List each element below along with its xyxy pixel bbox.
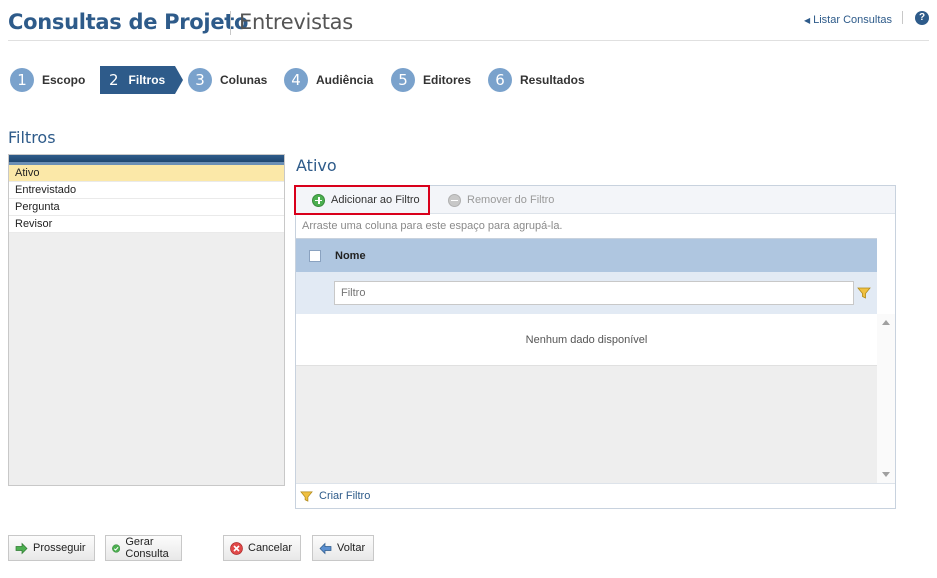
filter-field-ativo[interactable]: Ativo	[9, 165, 284, 182]
x-circle-icon	[230, 541, 243, 555]
header-divider	[902, 11, 903, 24]
filter-field-entrevistado[interactable]: Entrevistado	[9, 182, 284, 199]
list-queries-label: Listar Consultas	[813, 14, 892, 26]
grid-empty-area	[296, 366, 877, 483]
step-label: Editores	[423, 73, 472, 87]
wizard-steps: 1 Escopo 2 Filtros 3 Colunas 4 Audiência…	[10, 66, 710, 94]
step-label: Audiência	[316, 73, 374, 87]
step-label: Escopo	[42, 73, 86, 87]
scroll-up-icon[interactable]	[882, 320, 890, 325]
filters-section-title: Filtros	[8, 128, 56, 147]
step-colunas[interactable]: 3 Colunas	[188, 66, 267, 94]
remove-from-filter-label: Remover do Filtro	[467, 194, 555, 206]
cancel-button[interactable]: Cancelar	[223, 535, 302, 561]
grid-footer: Criar Filtro	[296, 483, 895, 508]
funnel-icon[interactable]	[857, 286, 871, 300]
select-all-checkbox[interactable]	[309, 249, 321, 262]
filter-field-pergunta[interactable]: Pergunta	[9, 199, 284, 216]
arrow-left-icon	[319, 542, 332, 554]
cancel-label: Cancelar	[248, 542, 293, 554]
add-to-filter-label: Adicionar ao Filtro	[331, 194, 420, 206]
no-data-message: Nenhum dado disponível	[296, 314, 877, 366]
check-circle-icon	[112, 543, 121, 553]
arrow-right-icon	[15, 542, 28, 554]
step-resultados[interactable]: 6 Resultados	[488, 66, 585, 94]
step-number: 3	[188, 68, 212, 92]
grid-header-row: Nome	[296, 238, 877, 272]
step-number: 1	[10, 68, 34, 92]
help-icon[interactable]: ?	[915, 11, 929, 25]
proceed-button[interactable]: Prosseguir	[8, 535, 95, 561]
step-label: Resultados	[520, 73, 585, 87]
step-number: 4	[284, 68, 308, 92]
step-label: Filtros	[128, 73, 166, 87]
back-label: Voltar	[337, 542, 366, 554]
grid-toolbar: Adicionar ao Filtro Remover do Filtro	[294, 185, 895, 215]
funnel-icon	[300, 490, 313, 502]
grid-filter-row	[296, 272, 877, 314]
grid-scrollbar[interactable]	[877, 314, 895, 483]
caret-left-icon: ◀	[803, 16, 811, 25]
generate-query-button[interactable]: Gerar Consulta	[105, 535, 183, 561]
page-subtitle: Entrevistas	[239, 10, 353, 34]
step-filtros[interactable]: 2 Filtros	[100, 66, 184, 94]
column-header-nome[interactable]: Nome	[335, 250, 366, 262]
add-to-filter-button[interactable]: Adicionar ao Filtro	[294, 185, 430, 215]
step-number: 2	[109, 71, 119, 89]
step-number: 6	[488, 68, 512, 92]
filter-input[interactable]	[334, 281, 854, 305]
list-header-bar	[9, 155, 284, 165]
scroll-down-icon[interactable]	[882, 472, 890, 477]
back-button[interactable]: Voltar	[312, 535, 375, 561]
step-escopo[interactable]: 1 Escopo	[10, 66, 85, 94]
step-editores[interactable]: 5 Editores	[391, 66, 471, 94]
values-grid: Adicionar ao Filtro Remover do Filtro Ar…	[294, 185, 896, 509]
page-title: Consultas de Projeto	[8, 10, 249, 34]
filter-field-list: Ativo Entrevistado Pergunta Revisor	[8, 154, 285, 486]
proceed-label: Prosseguir	[33, 542, 86, 554]
group-drop-hint[interactable]: Arraste uma coluna para este espaço para…	[302, 220, 563, 232]
filter-field-revisor[interactable]: Revisor	[9, 216, 284, 233]
add-circle-icon	[312, 193, 325, 207]
title-divider	[230, 11, 231, 35]
list-queries-link[interactable]: ◀ Listar Consultas	[804, 14, 892, 26]
remove-circle-icon	[448, 193, 461, 207]
remove-from-filter-button[interactable]: Remover do Filtro	[448, 186, 554, 214]
create-filter-link[interactable]: Criar Filtro	[319, 490, 370, 502]
page-header: Consultas de Projeto Entrevistas ◀ Listar…	[8, 8, 929, 41]
selected-field-title: Ativo	[296, 156, 337, 175]
step-label: Colunas	[220, 73, 268, 87]
step-audiencia[interactable]: 4 Audiência	[284, 66, 373, 94]
generate-query-label: Gerar Consulta	[125, 536, 169, 560]
step-number: 5	[391, 68, 415, 92]
